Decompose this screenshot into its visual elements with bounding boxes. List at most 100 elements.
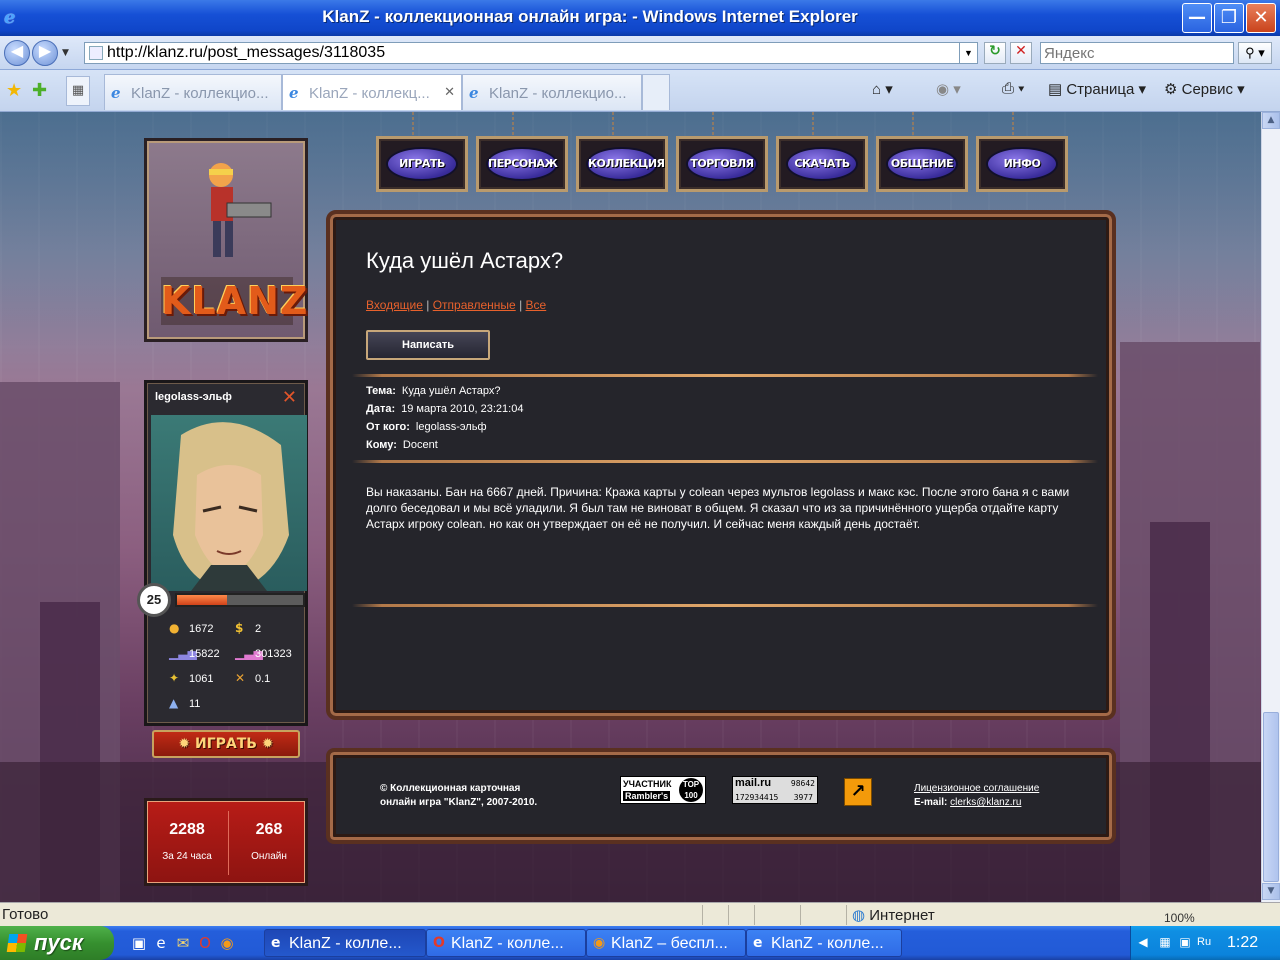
show-hidden-icon[interactable]: ◀ [1135, 935, 1151, 951]
decor-chain [612, 112, 614, 136]
desktop-icon[interactable]: ▣ [130, 934, 148, 952]
search-input[interactable] [1041, 43, 1231, 63]
page-menu[interactable]: ▤ Страница ▾ [1048, 80, 1146, 98]
refresh-icon[interactable]: ↻ [984, 42, 1006, 64]
license-link[interactable]: Лицензионное соглашение [914, 783, 1039, 794]
nav-info[interactable]: ИНФО [976, 136, 1068, 192]
print-icon[interactable]: ⎙ ▾ [1002, 80, 1024, 97]
stat-rating-2: ▁▃▅301323 [235, 646, 292, 660]
history-dropdown-icon[interactable]: ▼ [62, 48, 69, 58]
nav-community[interactable]: ОБЩЕНИЕ [876, 136, 968, 192]
home-icon[interactable]: ⌂ ▾ [872, 80, 893, 98]
link-separator: | [426, 298, 430, 312]
nav-trade[interactable]: ТОРГОВЛЯ [676, 136, 768, 192]
stat-gold-value: 1672 [189, 623, 214, 635]
language-indicator[interactable]: Ru [1197, 936, 1211, 948]
close-icon[interactable]: ✕ [282, 387, 297, 408]
character-name[interactable]: legolass-эльф [155, 391, 232, 403]
meta-label: Тема: [366, 385, 396, 397]
page-icon [89, 46, 103, 60]
tab-label: KlanZ - коллекцио... [131, 85, 269, 102]
write-button[interactable]: Написать [366, 330, 490, 360]
decor-chain [812, 112, 814, 136]
stat-extra: ▲ 11 [169, 696, 200, 710]
window-titlebar: e KlanZ - коллекционная онлайн игра: - W… [0, 0, 1280, 36]
mailru-logo: mail.ru [735, 777, 772, 789]
experience-bar [175, 593, 305, 607]
close-tab-icon[interactable]: ✕ [444, 85, 455, 100]
email-icon[interactable]: ✉ [174, 934, 192, 952]
nav-character[interactable]: ПЕРСОНАЖ [476, 136, 568, 192]
url-input[interactable] [107, 44, 957, 62]
zone-label: Интернет [869, 907, 935, 924]
stat-wins-value: 1061 [189, 673, 214, 685]
new-tab-button[interactable] [642, 74, 670, 110]
play-button[interactable]: ✹ ИГРАТЬ ✹ [152, 730, 300, 758]
tab-1[interactable]: e KlanZ - коллекцио... [104, 74, 282, 110]
page-title: Куда ушёл Астарх? [366, 248, 564, 273]
clock[interactable]: 1:22 [1227, 934, 1258, 952]
rambler-top-text: УЧАСТНИК [623, 779, 672, 789]
search-icon[interactable]: ⚲ ▾ [1238, 42, 1272, 64]
online-day-count: 2288 [169, 821, 205, 838]
page-viewport: KLANZ legolass-эльф ✕ 25 ● 1672 $2 ▁▃▅15… [0, 112, 1261, 902]
taskbar-item[interactable]: ◉ KlanZ – беспл... [586, 929, 746, 957]
tools-menu-label: Сервис [1181, 81, 1233, 98]
taskbar-item[interactable]: O KlanZ - колле... [426, 929, 586, 957]
nav-play[interactable]: ИГРАТЬ [376, 136, 468, 192]
all-link[interactable]: Все [526, 298, 547, 312]
quick-tabs-icon[interactable]: ▦ [66, 76, 90, 106]
back-button[interactable]: ◀ [4, 40, 30, 66]
stop-icon[interactable]: ✕ [1010, 42, 1032, 64]
add-favorite-icon[interactable]: ✚ [32, 80, 47, 101]
chevron-down-icon[interactable]: ▼ [959, 43, 977, 63]
feeds-icon[interactable]: ◉ ▾ [936, 80, 961, 98]
meta-value: 19 марта 2010, 23:21:04 [401, 403, 524, 415]
tab-2[interactable]: e KlanZ - коллекц... ✕ [282, 74, 462, 110]
email-link[interactable]: clerks@klanz.ru [950, 797, 1021, 808]
meta-date: Дата: 19 марта 2010, 23:21:04 [366, 403, 523, 415]
mailru-counter-badge[interactable]: mail.ru 98642 172934415 3977 [732, 776, 818, 804]
stat-gold: ● 1672 [169, 621, 213, 635]
network-icon[interactable]: ▦ [1157, 935, 1173, 951]
minimize-button[interactable]: — [1182, 3, 1212, 33]
firefox-icon[interactable]: ◉ [218, 934, 236, 952]
inbox-link[interactable]: Входящие [366, 298, 423, 312]
search-field[interactable] [1040, 42, 1234, 64]
dollar-icon: $ [235, 621, 244, 635]
liveinternet-arrow-icon[interactable]: ↗ [844, 778, 872, 806]
nav-download[interactable]: СКАЧАТЬ [776, 136, 868, 192]
sent-link[interactable]: Отправленные [433, 298, 516, 312]
taskbar-item-label: KlanZ - колле... [771, 935, 884, 952]
taskbar-item[interactable]: e KlanZ - колле... [746, 929, 902, 957]
nav-collection[interactable]: КОЛЛЕКЦИЯ [576, 136, 668, 192]
security-icon[interactable]: ▣ [1177, 935, 1193, 951]
page-menu-label: Страница [1066, 81, 1135, 98]
crossed-swords-icon: ✕ [235, 671, 246, 685]
taskbar-item-label: KlanZ – беспл... [611, 935, 728, 952]
tools-menu[interactable]: ⚙ Сервис ▾ [1164, 80, 1245, 98]
meta-value: legolass-эльф [415, 421, 487, 433]
close-button[interactable]: ✕ [1246, 3, 1276, 33]
opera-icon[interactable]: O [196, 934, 214, 952]
logo-text: KLANZ [161, 277, 309, 325]
ie-icon: e [753, 935, 763, 951]
scroll-thumb[interactable] [1263, 712, 1279, 882]
maximize-button[interactable]: ❐ [1214, 3, 1244, 33]
meta-label: Кому: [366, 439, 397, 451]
forward-button[interactable]: ▶ [32, 40, 58, 66]
online-now-count: 268 [255, 821, 283, 838]
mailbox-links: Входящие | Отправленные | Все [366, 298, 546, 312]
page-scrollbar[interactable]: ▲ ▼ [1261, 112, 1280, 902]
favorites-star-icon[interactable]: ★ [6, 80, 22, 101]
ie-icon[interactable]: e [152, 934, 170, 952]
zoom-level[interactable]: 100% [1164, 911, 1195, 925]
tab-3[interactable]: e KlanZ - коллекцио... [462, 74, 642, 110]
scroll-up-icon[interactable]: ▲ [1262, 112, 1280, 129]
rambler-top100-badge[interactable]: УЧАСТНИК Rambler's TOP 100 [620, 776, 706, 804]
start-button[interactable]: пуск [0, 926, 114, 960]
scroll-down-icon[interactable]: ▼ [1262, 883, 1280, 900]
taskbar-item[interactable]: e KlanZ - колле... [264, 929, 426, 957]
site-logo[interactable]: KLANZ [144, 138, 308, 342]
address-field[interactable]: ▼ [84, 42, 978, 64]
